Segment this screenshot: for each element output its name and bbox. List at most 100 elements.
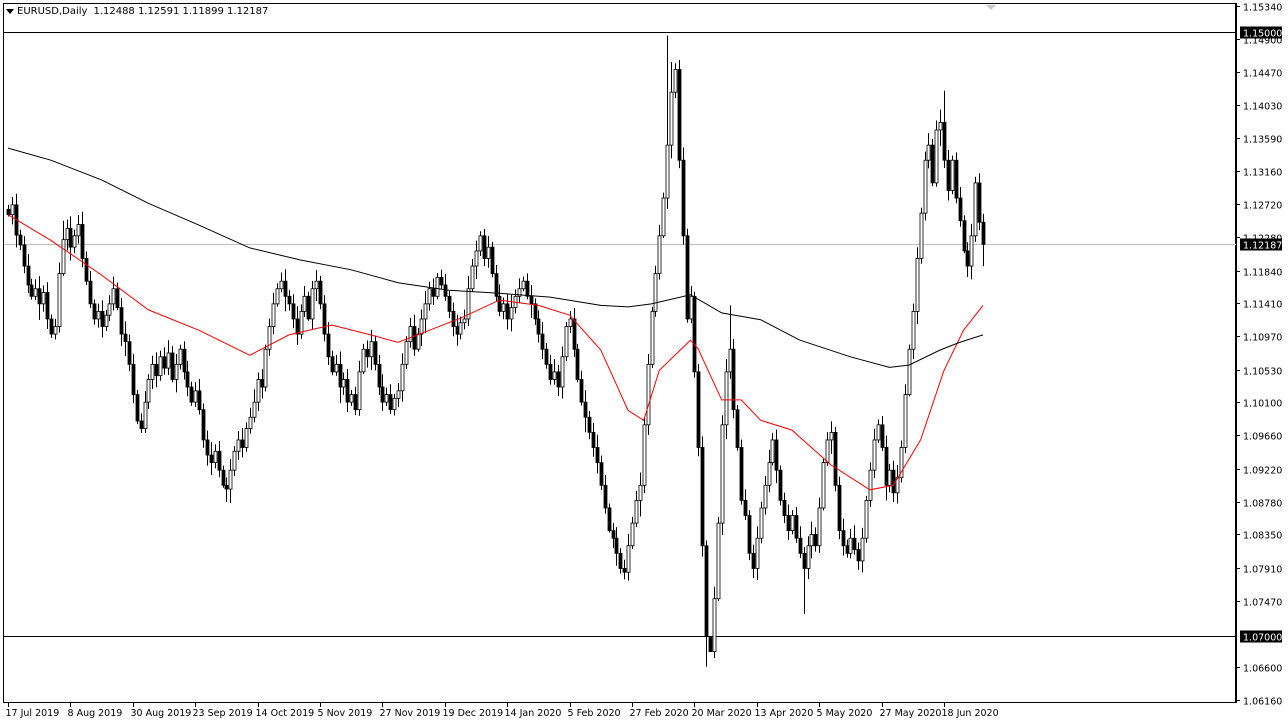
candle-body [829, 431, 834, 441]
candle-body [712, 598, 717, 653]
candle-body [326, 333, 331, 358]
candle-body [802, 552, 807, 569]
y-tick-label: 1.12720 [1243, 201, 1282, 212]
candle-body [521, 280, 526, 290]
candle-body [115, 288, 120, 309]
y-tick-label: 1.06600 [1243, 664, 1282, 675]
candle-body [100, 311, 105, 327]
candle-body [821, 462, 826, 509]
candle-body [934, 129, 939, 184]
candle-body [794, 515, 799, 539]
x-tick-label: 5 Feb 2020 [568, 708, 621, 719]
x-tick-label: 27 Feb 2020 [630, 708, 689, 719]
candle-body [377, 363, 382, 388]
candle-body [408, 326, 413, 343]
candle-body [341, 379, 346, 388]
candle-body [166, 352, 171, 369]
x-tick-label: 27 May 2020 [880, 708, 942, 719]
candle-body [353, 394, 358, 411]
candle-body [700, 447, 705, 547]
candle-body [540, 333, 545, 350]
candle-body [26, 265, 31, 286]
candle-body [919, 212, 924, 259]
candle-body [158, 356, 163, 377]
candle-body [107, 303, 112, 316]
candle-body [236, 439, 241, 452]
y-tick-label: 1.10970 [1243, 333, 1282, 344]
candle-body [22, 244, 27, 267]
candle-body [599, 462, 604, 486]
candle-body [525, 280, 530, 297]
candle-body [29, 284, 34, 297]
candle-body [595, 447, 600, 464]
candle-body [384, 394, 389, 403]
candle-body [104, 314, 109, 327]
candle-body [228, 469, 233, 490]
y-tick-label: 1.15340 [1243, 3, 1282, 14]
x-tick-label: 8 Aug 2019 [68, 708, 123, 719]
candle-body [731, 348, 736, 411]
x-tick-label: 14 Oct 2019 [256, 708, 315, 719]
candle-body [564, 326, 569, 358]
y-tick-label: 1.14900 [1243, 36, 1282, 47]
candle-body [275, 288, 280, 305]
candle-body [248, 416, 253, 429]
candle-body [739, 447, 744, 501]
candle-body [630, 522, 635, 547]
candle-body [657, 235, 662, 275]
candle-body [96, 311, 101, 320]
candle-body [18, 234, 23, 246]
candle-body [735, 409, 740, 448]
candle-body [778, 469, 783, 501]
price-chart[interactable]: 1.150001.070001.153401.149001.144701.140… [0, 0, 1288, 725]
candle-body [76, 224, 81, 237]
candle-body [544, 348, 549, 365]
candle-body [447, 295, 452, 312]
candle-body [57, 273, 62, 327]
candle-body [400, 363, 405, 392]
candle-body [490, 246, 495, 275]
candle-body [232, 450, 237, 471]
candle-body [969, 235, 974, 267]
candle-body [848, 537, 853, 554]
candle-body [782, 500, 787, 516]
candle-body [607, 507, 612, 532]
candle-body [455, 326, 460, 335]
candle-body [318, 280, 323, 305]
candle-body [423, 303, 428, 320]
candle-body [416, 333, 421, 350]
candle-body [279, 280, 284, 290]
candle-body [189, 386, 194, 403]
candle-body [728, 348, 733, 373]
candle-body [724, 371, 729, 426]
candle-body [213, 450, 218, 464]
candle-body [954, 159, 959, 199]
candle-body [263, 348, 268, 388]
candle-body [482, 235, 487, 259]
current-price-label: 1.12187 [1243, 241, 1282, 252]
candle-body [88, 280, 93, 305]
candle-body [396, 390, 401, 399]
candle-body [806, 545, 811, 569]
candle-body [33, 288, 38, 297]
candle-body [552, 371, 557, 380]
candle-body [349, 394, 354, 403]
candle-body [146, 379, 151, 403]
x-tick-label: 5 May 2020 [817, 708, 873, 719]
candle-body [536, 318, 541, 335]
candle-body [201, 409, 206, 441]
candle-body [907, 348, 912, 395]
candle-body [373, 341, 378, 365]
candle-body [915, 258, 920, 312]
candle-body [37, 288, 42, 305]
candle-body [154, 363, 159, 377]
shift-marker-icon[interactable] [986, 5, 996, 10]
candle-body [193, 390, 198, 403]
candle-body [178, 348, 183, 365]
candle-body [123, 333, 128, 343]
candle-body [653, 273, 658, 312]
candle-body [474, 250, 479, 267]
candle-body [568, 318, 573, 327]
x-tick-label: 17 Jul 2019 [6, 708, 60, 719]
candle-body [170, 352, 175, 380]
